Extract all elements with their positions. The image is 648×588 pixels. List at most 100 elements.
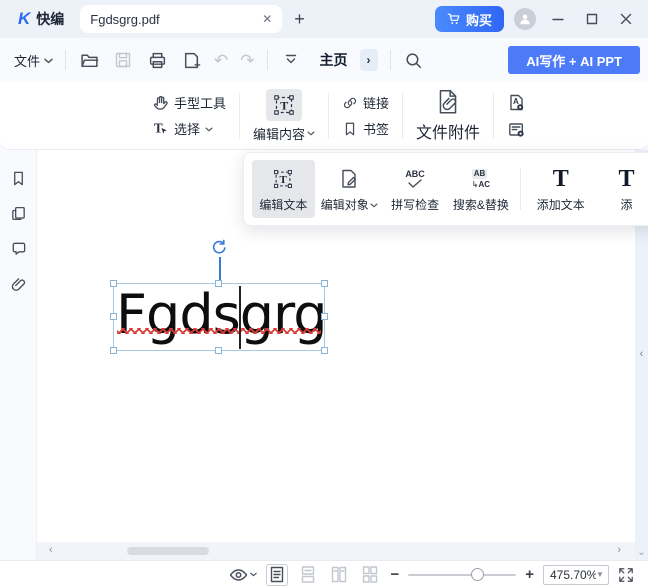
font-settings-button[interactable]: A [507, 93, 526, 112]
search-replace-button[interactable]: AB ↳AC 搜索&替换 [449, 160, 512, 218]
file-menu[interactable]: 文件 [14, 51, 53, 70]
spell-check-label: 拼写检查 [391, 196, 439, 213]
two-page-view-button[interactable] [328, 564, 350, 586]
save-button[interactable] [112, 49, 134, 71]
search-icon [404, 51, 423, 70]
resize-handle-e[interactable] [321, 313, 328, 320]
menu-bar: 文件 ↶ ↷ 主页 › AI写作 + AI PPT [0, 38, 648, 82]
sidebar-pages-button[interactable] [8, 203, 28, 223]
single-page-icon [270, 566, 284, 583]
attachment-icon [435, 88, 461, 116]
expand-icon [618, 567, 634, 583]
close-button[interactable] [614, 7, 638, 31]
edit-object-button[interactable]: 编辑对象 [318, 160, 381, 218]
redo-icon[interactable]: ↷ [240, 52, 254, 69]
resize-handle-w[interactable] [110, 313, 117, 320]
resize-handle-nw[interactable] [110, 280, 117, 287]
resize-handle-s[interactable] [215, 347, 222, 354]
new-page-button[interactable] [180, 49, 202, 71]
edit-tools-panel: T 编辑文本 编辑对象 ABC 拼写检查 [243, 152, 648, 226]
undo-icon[interactable]: ↶ [214, 52, 228, 69]
search-button[interactable] [403, 49, 425, 71]
continuous-view-button[interactable] [297, 564, 319, 586]
divider [390, 50, 391, 70]
edit-text-button[interactable]: T 编辑文本 [252, 160, 315, 218]
add-more-button[interactable]: T 添 [595, 160, 648, 218]
resize-handle-se[interactable] [321, 347, 328, 354]
sidebar-comments-button[interactable] [8, 238, 28, 258]
left-sidebar [0, 150, 37, 560]
select-tool-label: 选择 [174, 119, 200, 138]
scrollbar-thumb[interactable] [127, 547, 209, 555]
view-mode-button[interactable] [229, 568, 257, 582]
rotate-handle[interactable] [210, 239, 228, 257]
document-tab[interactable]: Fgdsgrg.pdf ✕ [80, 5, 282, 33]
resize-handle-ne[interactable] [321, 280, 328, 287]
ai-writer-button[interactable]: AI写作 + AI PPT [508, 46, 640, 74]
grid-page-icon [362, 566, 378, 583]
zoom-out-button[interactable]: − [390, 566, 399, 583]
chevron-down-icon [370, 203, 378, 208]
save-icon [114, 51, 132, 69]
zoom-slider[interactable] [408, 568, 516, 582]
fullscreen-button[interactable] [618, 567, 634, 583]
app-name: 快编 [36, 9, 64, 29]
eye-icon [229, 568, 248, 582]
page-font-gear-icon: A [507, 93, 526, 112]
edit-content-button[interactable]: T 编辑内容 [253, 89, 315, 143]
select-tool-button[interactable]: T 选择 [152, 119, 226, 138]
continuous-page-icon [301, 566, 315, 583]
add-text-icon: T [553, 167, 569, 191]
hand-tool-button[interactable]: 手型工具 [152, 93, 226, 112]
new-tab-button[interactable]: + [294, 9, 305, 30]
zoom-slider-thumb[interactable] [471, 568, 484, 581]
spellcheck-squiggle [117, 328, 321, 334]
home-tab[interactable]: 主页 [320, 50, 348, 70]
add-text-button[interactable]: T 添加文本 [529, 160, 592, 218]
bookmark-icon [342, 121, 358, 137]
scroll-right-arrow[interactable]: › [617, 544, 621, 556]
spell-check-button[interactable]: ABC 拼写检查 [384, 160, 447, 218]
bookmark-button[interactable]: 书签 [342, 119, 389, 138]
buy-button[interactable]: 购买 [435, 6, 504, 32]
zoom-level-input[interactable] [550, 568, 596, 582]
single-page-view-button[interactable] [266, 564, 288, 586]
maximize-button[interactable] [580, 7, 604, 31]
scroll-down-chevron[interactable]: ⌄ [637, 547, 645, 558]
status-bar: − + ▼ [0, 560, 648, 588]
zoom-slider-track [408, 574, 516, 576]
scroll-left-arrow[interactable]: ‹ [49, 544, 53, 556]
svg-text:T: T [154, 120, 163, 135]
panel-collapse-chevron[interactable]: ‹ [640, 348, 644, 360]
text-object-selection[interactable]: Fgdsgrg [113, 283, 325, 351]
editable-text[interactable]: Fgdsgrg [116, 281, 327, 349]
edit-content-label: 编辑内容 [253, 124, 305, 143]
search-replace-label: 搜索&替换 [453, 196, 509, 213]
collapse-ribbon-button[interactable] [280, 49, 302, 71]
sidebar-bookmarks-button[interactable] [8, 168, 28, 188]
user-avatar[interactable] [514, 8, 536, 30]
horizontal-scrollbar[interactable]: ‹ › [37, 542, 635, 560]
link-button[interactable]: 链接 [342, 93, 389, 112]
file-attachment-button[interactable]: 文件附件 [416, 88, 480, 143]
zoom-dropdown-arrow[interactable]: ▼ [596, 570, 604, 579]
print-button[interactable] [146, 49, 168, 71]
zoom-in-button[interactable]: + [525, 566, 534, 583]
sidebar-attachments-button[interactable] [8, 273, 28, 293]
pages-icon [10, 205, 27, 222]
svg-text:A: A [513, 97, 519, 106]
zoom-level-control[interactable]: ▼ [543, 565, 609, 585]
properties-button[interactable] [507, 120, 526, 139]
resize-handle-sw[interactable] [110, 347, 117, 354]
title-bar: K 快编 Fgdsgrg.pdf ✕ + 购买 [0, 0, 648, 38]
open-file-button[interactable] [78, 49, 100, 71]
printer-icon [148, 51, 167, 70]
resize-handle-n[interactable] [215, 280, 222, 287]
minimize-button[interactable] [546, 7, 570, 31]
tab-close-icon[interactable]: ✕ [262, 12, 272, 26]
two-page-continuous-view-button[interactable] [359, 564, 381, 586]
folder-icon [80, 51, 99, 70]
home-next-button[interactable]: › [360, 49, 378, 71]
divider [328, 93, 329, 139]
divider [493, 93, 494, 139]
